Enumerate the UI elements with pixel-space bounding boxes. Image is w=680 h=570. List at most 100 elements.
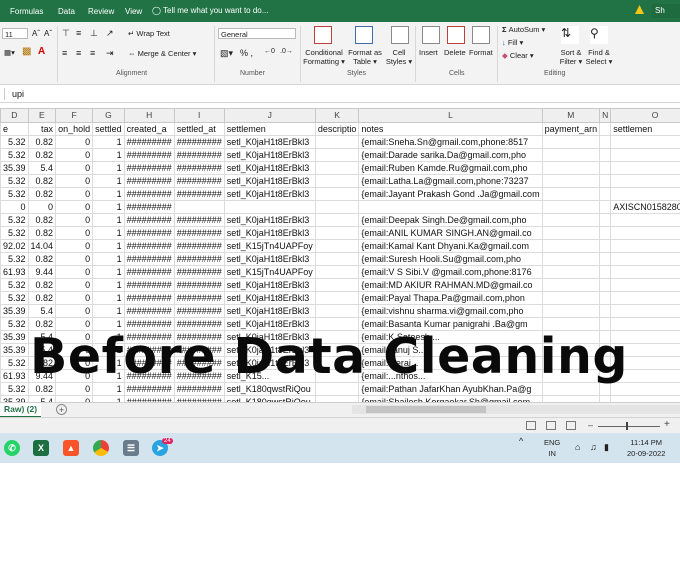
clear-button[interactable]: ◆ Clear ▾ (502, 51, 534, 60)
page-layout-icon[interactable] (546, 421, 556, 430)
table-cell[interactable]: ######### (123, 226, 175, 240)
table-cell[interactable]: 1 (92, 200, 125, 214)
table-cell[interactable] (599, 187, 612, 201)
table-cell[interactable]: setl_K0jaH1t8ErBkl3 (223, 226, 316, 240)
align-bottom-icon[interactable]: ⊥ (90, 28, 98, 39)
table-cell[interactable]: 14.04 (27, 239, 57, 253)
table-cell[interactable]: 5.32 (0, 252, 29, 266)
table-cell[interactable] (599, 291, 612, 305)
menu-formulas[interactable]: Formulas (10, 7, 43, 16)
table-cell[interactable] (599, 278, 612, 292)
format-button[interactable]: Format (469, 48, 493, 57)
font-size-select[interactable]: 11 (2, 28, 28, 39)
table-cell[interactable]: 0.82 (27, 226, 57, 240)
field-header[interactable]: payment_arn (541, 121, 601, 136)
table-cell[interactable] (314, 291, 360, 305)
table-cell[interactable] (314, 200, 360, 214)
clock[interactable]: 11:14 PM 20-09-2022 (627, 438, 665, 458)
table-cell[interactable]: 5.4 (27, 304, 57, 318)
table-cell[interactable]: 0.82 (27, 135, 57, 149)
table-cell[interactable] (541, 213, 601, 227)
table-cell[interactable] (541, 135, 601, 149)
add-sheet-button[interactable]: + (56, 404, 67, 415)
table-cell[interactable] (314, 161, 360, 175)
table-cell[interactable]: {email:Suresh Hooli.Su@gmail.com,pho (358, 252, 543, 266)
table-cell[interactable] (610, 161, 680, 175)
table-cell[interactable] (314, 265, 360, 279)
sort-filter-button[interactable]: Sort & Filter ▾ (557, 48, 585, 66)
table-cell[interactable]: {email:Darade sarika.Da@gmail.com,pho (358, 148, 543, 162)
font-color-icon[interactable]: A (38, 46, 45, 57)
column-header-M[interactable]: M (541, 108, 601, 123)
table-cell[interactable] (610, 148, 680, 162)
align-center-icon[interactable]: ≡ (76, 48, 81, 58)
table-cell[interactable]: 0.82 (27, 252, 57, 266)
field-header[interactable] (599, 121, 612, 136)
zoom-slider[interactable] (598, 426, 660, 427)
notes-app-icon[interactable]: ☰ (123, 440, 139, 456)
increase-decimal-icon[interactable]: ←0 (264, 48, 275, 55)
number-format-select[interactable]: General (218, 28, 296, 39)
table-cell[interactable] (610, 213, 680, 227)
table-cell[interactable]: 5.32 (0, 356, 29, 370)
insert-button[interactable]: Insert (419, 48, 438, 57)
table-cell[interactable]: 35.39 (0, 330, 29, 344)
table-cell[interactable]: 5.32 (0, 174, 29, 188)
merge-center-button[interactable]: ⇔ Merge & Center ▾ (128, 49, 196, 58)
table-cell[interactable]: 35.39 (0, 161, 29, 175)
table-cell[interactable]: 1 (92, 161, 125, 175)
table-cell[interactable]: ######### (123, 187, 175, 201)
table-cell[interactable]: setl_K0jaH1t8ErBkl3 (223, 135, 316, 149)
table-cell[interactable]: 1 (92, 252, 125, 266)
align-middle-icon[interactable]: ≡ (76, 28, 81, 38)
excel-icon[interactable]: X (33, 440, 49, 456)
table-cell[interactable]: ######### (123, 174, 175, 188)
formula-input[interactable]: upi (12, 89, 24, 99)
delete-button[interactable]: Delete (444, 48, 466, 57)
table-cell[interactable] (599, 226, 612, 240)
table-cell[interactable]: ######### (173, 213, 225, 227)
indent-icon[interactable]: ⇥ (106, 48, 114, 59)
table-cell[interactable] (610, 291, 680, 305)
table-cell[interactable]: setl_K0jaH1t8ErBkl3 (223, 304, 316, 318)
table-cell[interactable]: 0.82 (27, 187, 57, 201)
page-break-icon[interactable] (566, 421, 576, 430)
table-cell[interactable]: {email:ANIL KUMAR SINGH.AN@gmail.co (358, 226, 543, 240)
table-cell[interactable] (358, 200, 543, 214)
table-cell[interactable]: {email:Deepak Singh.De@gmail.com,pho (358, 213, 543, 227)
table-cell[interactable]: 9.44 (27, 265, 57, 279)
table-cell[interactable] (610, 187, 680, 201)
table-cell[interactable]: 1 (92, 278, 125, 292)
table-cell[interactable]: setl_K15jTn4UAPFoy (223, 265, 316, 279)
tray-chevron-icon[interactable]: ^ (519, 436, 523, 446)
table-cell[interactable]: 0.82 (27, 148, 57, 162)
table-cell[interactable]: 0 (55, 148, 94, 162)
table-cell[interactable] (541, 174, 601, 188)
sheet-tab-raw[interactable]: Raw) (2) (0, 403, 42, 418)
table-cell[interactable] (599, 148, 612, 162)
column-header-N[interactable]: N (599, 108, 612, 123)
table-cell[interactable] (541, 239, 601, 253)
table-cell[interactable]: 5.32 (0, 317, 29, 331)
name-box[interactable] (0, 88, 5, 100)
table-cell[interactable]: AXISCN0158280722 (610, 200, 680, 214)
table-cell[interactable]: {email:Payal Thapa.Pa@gmail.com,phon (358, 291, 543, 305)
table-cell[interactable] (173, 200, 225, 214)
table-cell[interactable]: ######### (173, 304, 225, 318)
table-cell[interactable]: 5.32 (0, 382, 29, 396)
table-cell[interactable] (541, 187, 601, 201)
table-cell[interactable]: 0 (0, 200, 29, 214)
column-header-H[interactable]: H (123, 108, 175, 123)
table-cell[interactable]: 1 (92, 291, 125, 305)
table-cell[interactable]: ######### (173, 252, 225, 266)
table-cell[interactable]: ######### (123, 161, 175, 175)
column-header-F[interactable]: F (55, 108, 94, 123)
menu-data[interactable]: Data (58, 7, 75, 16)
table-cell[interactable]: 0.82 (27, 278, 57, 292)
table-cell[interactable] (541, 291, 601, 305)
table-cell[interactable] (223, 200, 316, 214)
table-cell[interactable]: {email:Kamal Kant Dhyani.Ka@gmail.com (358, 239, 543, 253)
table-cell[interactable]: 0 (55, 278, 94, 292)
table-cell[interactable]: 35.39 (0, 343, 29, 357)
table-cell[interactable]: ######### (173, 265, 225, 279)
